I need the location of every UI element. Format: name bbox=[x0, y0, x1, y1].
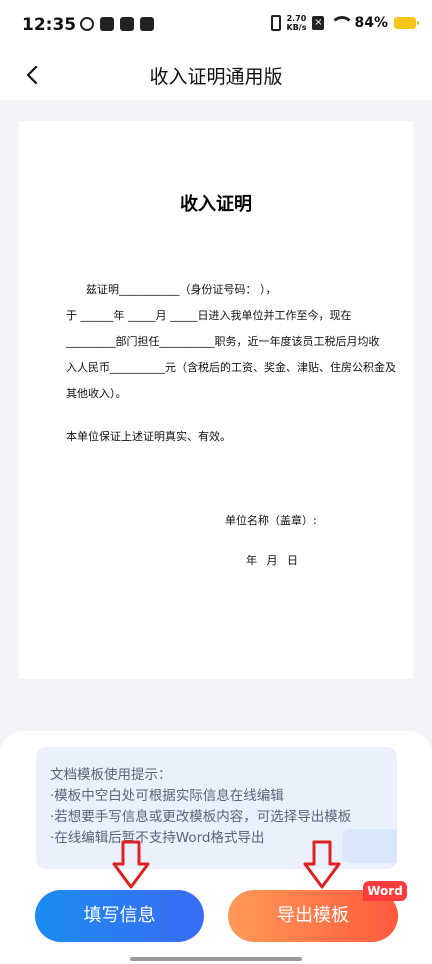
page-title: 收入证明通用版 bbox=[149, 66, 283, 88]
status-right-icons: 2.70 KB/s × 84% bbox=[270, 14, 419, 32]
document-date: 年 月 日 bbox=[246, 554, 298, 567]
wifi-icon bbox=[330, 16, 355, 30]
network-speed: 2.70 KB/s bbox=[287, 14, 307, 32]
document-signature: 单位名称（盖章）: bbox=[225, 514, 317, 527]
battery-icon bbox=[394, 17, 419, 29]
network-speed-value: 2.70 bbox=[286, 14, 307, 23]
document-illustration-icon bbox=[343, 829, 397, 863]
crown-icon bbox=[120, 17, 134, 31]
document-line: _________部门担任__________职务，近一年度该员工税后月均收 bbox=[66, 335, 380, 348]
document-line: 本单位保证上述证明真实、有效。 bbox=[66, 430, 231, 443]
document-line: 其他收入）。 bbox=[66, 387, 127, 400]
document-title: 收入证明 bbox=[180, 194, 252, 215]
tips-item: ·模板中空白处可根据实际信息在线编辑 bbox=[50, 788, 284, 804]
status-bar: 12:35 2.70 KB/s × 84% bbox=[0, 0, 432, 52]
document-line: 入人民币__________元（含税后的工资、奖金、津贴、住房公积金及 bbox=[66, 361, 396, 374]
document-line: 于 ______年 _____月 _____日进入我单位并工作至今，现在 bbox=[66, 309, 352, 322]
message-icon bbox=[140, 17, 154, 31]
tips-box: 文档模板使用提示： ·模板中空白处可根据实际信息在线编辑 ·若想要手写信息或更改… bbox=[36, 747, 397, 869]
tips-item: ·若想要手写信息或更改模板内容，可选择导出模板 bbox=[50, 809, 352, 825]
document-line: 兹证明___________（身份证号码： ）， bbox=[86, 283, 277, 296]
tips-title: 文档模板使用提示： bbox=[50, 767, 172, 783]
status-notification-icons bbox=[80, 17, 154, 31]
sync-icon bbox=[80, 17, 94, 31]
document-preview[interactable]: 收入证明 兹证明___________（身份证号码： ）， 于 ______年 … bbox=[19, 121, 413, 679]
no-sim-icon: × bbox=[312, 16, 325, 30]
header: 收入证明通用版 bbox=[0, 52, 432, 100]
network-speed-unit: KB/s bbox=[286, 23, 307, 32]
home-indicator[interactable] bbox=[130, 957, 302, 961]
status-time: 12:35 bbox=[22, 15, 77, 35]
vibrate-icon bbox=[270, 15, 281, 31]
tiktok-icon bbox=[100, 17, 114, 31]
down-arrow-icon bbox=[112, 840, 150, 889]
fill-info-button[interactable]: 填写信息 bbox=[35, 890, 204, 942]
word-badge: Word bbox=[363, 881, 407, 901]
battery-percent: 84% bbox=[354, 15, 388, 31]
down-arrow-icon bbox=[303, 840, 341, 889]
